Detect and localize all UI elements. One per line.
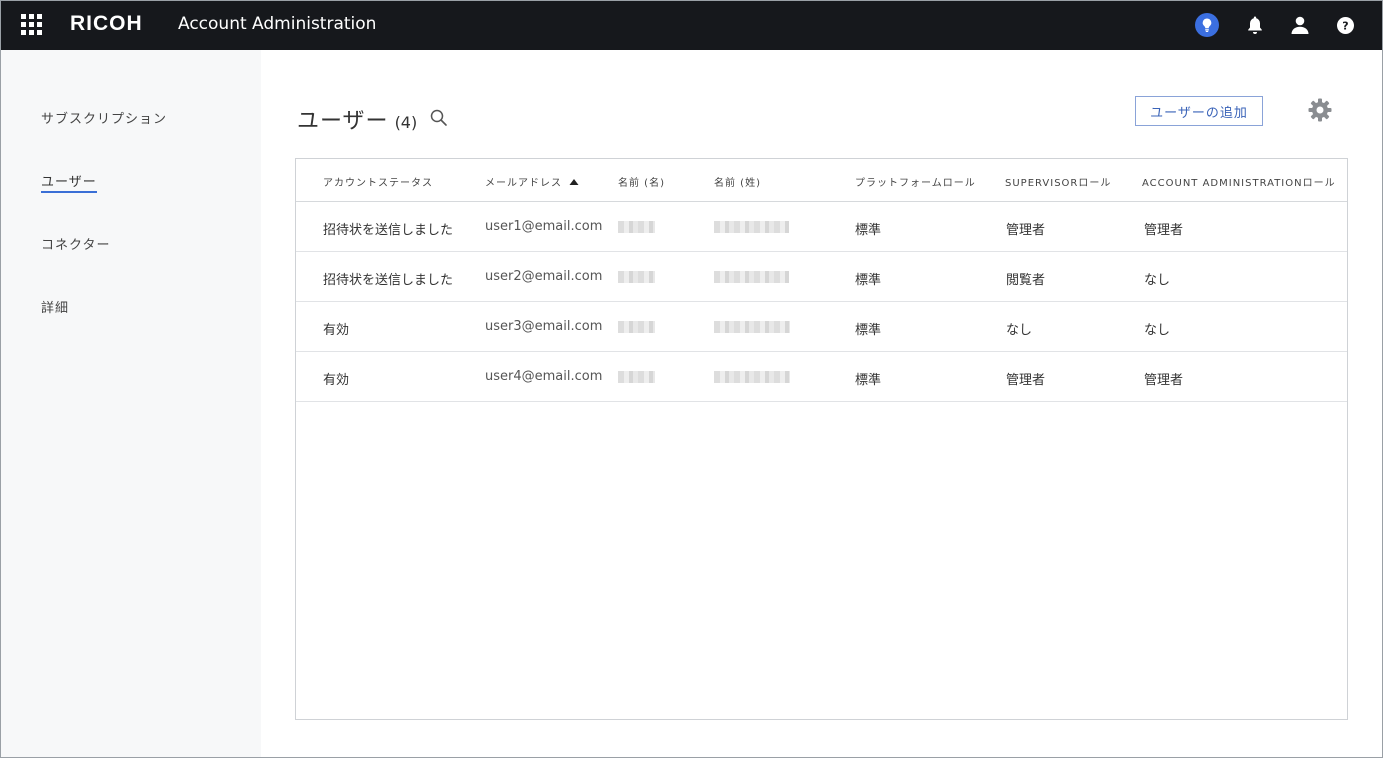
cell-email: user1@email.com: [485, 219, 603, 234]
sidebar-item-details[interactable]: 詳細: [41, 297, 69, 316]
user-icon[interactable]: [1287, 12, 1313, 38]
lightbulb-icon[interactable]: [1194, 12, 1220, 38]
cell-last-name-redacted: [714, 271, 789, 283]
cell-status: 有効: [323, 373, 350, 388]
cell-supervisor-role: 閲覧者: [1006, 273, 1046, 288]
sidebar: サブスクリプション ユーザー コネクター 詳細: [1, 50, 261, 757]
svg-text:?: ?: [1342, 19, 1348, 32]
add-user-button[interactable]: ユーザーの追加: [1135, 96, 1263, 126]
sidebar-item-subscription[interactable]: サブスクリプション: [41, 108, 167, 127]
cell-platform-role: 標準: [855, 323, 882, 338]
sidebar-item-connectors[interactable]: コネクター: [41, 234, 110, 253]
cell-platform-role: 標準: [855, 223, 882, 238]
cell-last-name-redacted: [714, 371, 790, 383]
table-row[interactable]: 招待状を送信しました user2@email.com 標準 閲覧者 なし: [296, 252, 1347, 302]
main-content: ユーザー (4) ユーザーの追加 アカウントステータス メールアドレス 名前 (…: [261, 50, 1382, 757]
user-count: (4): [394, 113, 418, 132]
cell-platform-role: 標準: [855, 273, 882, 288]
apps-grid-icon[interactable]: [21, 14, 42, 35]
cell-account-admin-role: なし: [1144, 323, 1171, 338]
cell-supervisor-role: 管理者: [1006, 373, 1046, 388]
cell-last-name-redacted: [714, 221, 789, 233]
page-title: ユーザー: [297, 109, 389, 134]
cell-email: user3@email.com: [485, 319, 603, 334]
cell-email: user4@email.com: [485, 369, 603, 384]
page-heading: ユーザー (4): [297, 103, 417, 135]
users-table: アカウントステータス メールアドレス 名前 (名) 名前 (姓) プラットフォー…: [295, 158, 1348, 720]
cell-status: 招待状を送信しました: [323, 223, 454, 238]
help-icon[interactable]: ?: [1332, 12, 1358, 38]
column-email[interactable]: メールアドレス: [485, 174, 579, 189]
cell-status: 有効: [323, 323, 350, 338]
cell-account-admin-role: なし: [1144, 273, 1171, 288]
column-supervisor-role[interactable]: SUPERVISORロール: [1005, 174, 1111, 189]
sort-ascending-icon: [569, 179, 579, 185]
app-title: Account Administration: [178, 14, 377, 34]
cell-status: 招待状を送信しました: [323, 273, 454, 288]
cell-last-name-redacted: [714, 321, 790, 333]
cell-account-admin-role: 管理者: [1144, 223, 1184, 238]
cell-first-name-redacted: [618, 371, 655, 383]
table-row[interactable]: 有効 user3@email.com 標準 なし なし: [296, 302, 1347, 352]
sidebar-item-users[interactable]: ユーザー: [41, 171, 97, 193]
bell-icon[interactable]: [1242, 12, 1268, 38]
table-header: アカウントステータス メールアドレス 名前 (名) 名前 (姓) プラットフォー…: [296, 159, 1347, 202]
column-email-label: メールアドレス: [485, 178, 562, 189]
ricoh-logo: RICOH: [70, 12, 143, 35]
column-account-admin-role[interactable]: ACCOUNT ADMINISTRATIONロール: [1142, 174, 1336, 189]
column-first-name[interactable]: 名前 (名): [618, 174, 665, 189]
cell-platform-role: 標準: [855, 373, 882, 388]
cell-supervisor-role: なし: [1006, 323, 1033, 338]
column-platform-role[interactable]: プラットフォームロール: [855, 174, 976, 189]
cell-first-name-redacted: [618, 271, 655, 283]
table-row[interactable]: 招待状を送信しました user1@email.com 標準 管理者 管理者: [296, 202, 1347, 252]
cell-email: user2@email.com: [485, 269, 603, 284]
cell-first-name-redacted: [618, 321, 655, 333]
cell-account-admin-role: 管理者: [1144, 373, 1184, 388]
column-account-status[interactable]: アカウントステータス: [323, 174, 433, 189]
cell-supervisor-role: 管理者: [1006, 223, 1046, 238]
gear-icon[interactable]: [1307, 97, 1333, 123]
table-row[interactable]: 有効 user4@email.com 標準 管理者 管理者: [296, 352, 1347, 402]
search-icon[interactable]: [429, 108, 449, 128]
cell-first-name-redacted: [618, 221, 655, 233]
column-last-name[interactable]: 名前 (姓): [714, 174, 761, 189]
top-bar: RICOH Account Administration ?: [0, 0, 1383, 50]
